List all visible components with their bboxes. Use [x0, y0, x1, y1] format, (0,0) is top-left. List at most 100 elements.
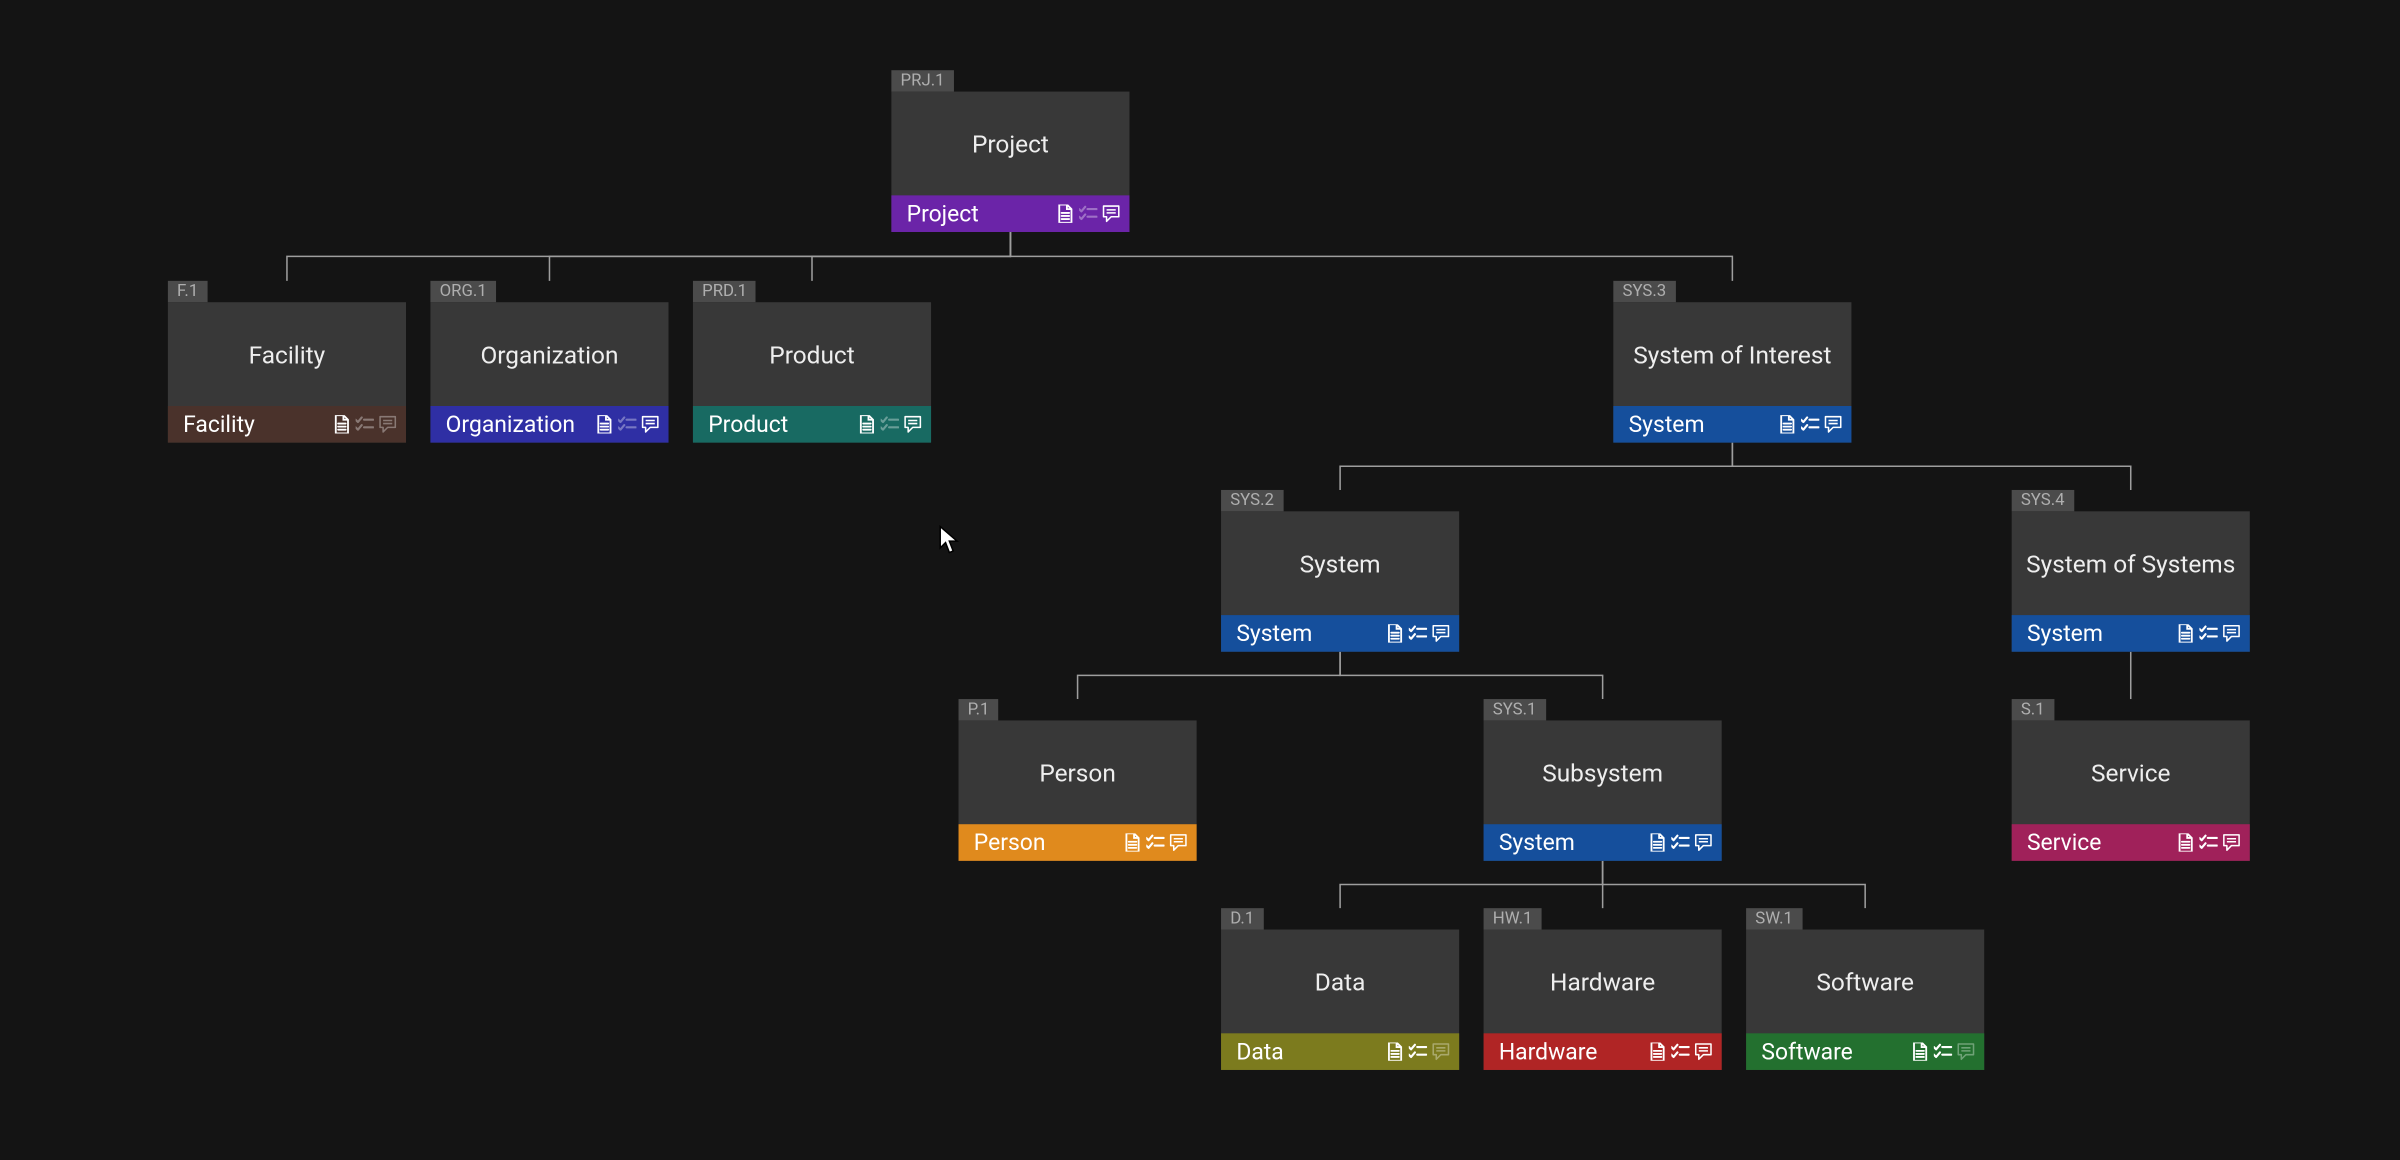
- comment-icon: [1169, 833, 1187, 851]
- node-id-tag: SYS.4: [2012, 490, 2074, 511]
- node-id-tag: SW.1: [1746, 908, 1802, 929]
- node-footer-icons: [1648, 833, 1712, 851]
- node-type-footer: System: [1221, 615, 1459, 652]
- comment-icon: [1824, 415, 1842, 433]
- checklist-icon: [1934, 1042, 1952, 1060]
- document-icon: [1778, 415, 1796, 433]
- node-id-tag: ORG.1: [430, 281, 496, 302]
- document-icon: [1123, 833, 1141, 851]
- document-icon: [1911, 1042, 1929, 1060]
- edge: [812, 232, 1010, 281]
- document-icon: [1386, 1042, 1404, 1060]
- node-footer-icons: [1056, 205, 1120, 223]
- comment-icon: [1432, 1042, 1450, 1060]
- node-service[interactable]: S.1 Service Service: [2012, 720, 2250, 860]
- node-footer-icons: [1123, 833, 1187, 851]
- document-icon: [1648, 1042, 1666, 1060]
- node-system-of-systems[interactable]: SYS.4 System of Systems System: [2012, 511, 2250, 651]
- diagram-canvas[interactable]: PRJ.1 Project Project F.1 Facility Facil…: [0, 0, 2351, 1160]
- node-data[interactable]: D.1 Data Data: [1221, 930, 1459, 1070]
- node-hardware[interactable]: HW.1 Hardware Hardware: [1484, 930, 1722, 1070]
- node-type-label: Project: [907, 200, 1047, 227]
- node-footer-icons: [858, 415, 922, 433]
- edge: [1732, 443, 2130, 490]
- node-title: System of Interest: [1613, 302, 1851, 406]
- node-type-label: Software: [1761, 1038, 1901, 1065]
- node-type-label: Product: [708, 411, 848, 438]
- node-type-footer: Product: [693, 406, 931, 443]
- node-system-of-interest[interactable]: SYS.3 System of Interest System: [1613, 302, 1851, 442]
- node-footer-icons: [333, 415, 397, 433]
- node-title: Person: [959, 720, 1197, 824]
- node-type-footer: Person: [959, 824, 1197, 861]
- node-footer-icons: [1778, 415, 1842, 433]
- node-footer-icons: [2177, 833, 2241, 851]
- edge: [1340, 443, 1732, 490]
- document-icon: [1648, 833, 1666, 851]
- node-footer-icons: [2177, 624, 2241, 642]
- node-type-label: System: [1499, 829, 1639, 856]
- node-id-tag: D.1: [1221, 908, 1263, 929]
- document-icon: [2177, 833, 2195, 851]
- node-software[interactable]: SW.1 Software Software: [1746, 930, 1984, 1070]
- node-footer-icons: [1648, 1042, 1712, 1060]
- checklist-icon: [2199, 624, 2217, 642]
- checklist-icon: [1409, 1042, 1427, 1060]
- node-system[interactable]: SYS.2 System System: [1221, 511, 1459, 651]
- node-title: System of Systems: [2012, 511, 2250, 615]
- node-type-footer: Organization: [430, 406, 668, 443]
- checklist-icon: [1146, 833, 1164, 851]
- comment-icon: [641, 415, 659, 433]
- checklist-icon: [881, 415, 899, 433]
- edge: [1010, 232, 1732, 281]
- node-type-footer: System: [1613, 406, 1851, 443]
- comment-icon: [1432, 624, 1450, 642]
- comment-icon: [379, 415, 397, 433]
- edge-layer: [0, 0, 2351, 1160]
- checklist-icon: [618, 415, 636, 433]
- node-title: Software: [1746, 930, 1984, 1034]
- node-organization[interactable]: ORG.1 Organization Organization: [430, 302, 668, 442]
- node-type-footer: System: [1484, 824, 1722, 861]
- document-icon: [595, 415, 613, 433]
- node-type-label: System: [2027, 620, 2167, 647]
- node-type-footer: Data: [1221, 1033, 1459, 1070]
- node-title: Organization: [430, 302, 668, 406]
- node-project[interactable]: PRJ.1 Project Project: [891, 92, 1129, 232]
- node-id-tag: SYS.1: [1484, 699, 1546, 720]
- node-title: Facility: [168, 302, 406, 406]
- document-icon: [2177, 624, 2195, 642]
- document-icon: [333, 415, 351, 433]
- node-type-label: Organization: [446, 411, 586, 438]
- mouse-cursor-icon: [939, 525, 960, 556]
- node-id-tag: F.1: [168, 281, 208, 302]
- checklist-icon: [1671, 833, 1689, 851]
- node-person[interactable]: P.1 Person Person: [959, 720, 1197, 860]
- node-subsystem[interactable]: SYS.1 Subsystem System: [1484, 720, 1722, 860]
- checklist-icon: [1671, 1042, 1689, 1060]
- node-product[interactable]: PRD.1 Product Product: [693, 302, 931, 442]
- checklist-icon: [1801, 415, 1819, 433]
- edge: [1603, 861, 1866, 908]
- node-title: Product: [693, 302, 931, 406]
- node-type-footer: System: [2012, 615, 2250, 652]
- node-title: Project: [891, 92, 1129, 196]
- edge: [287, 232, 1010, 281]
- node-type-label: Facility: [183, 411, 323, 438]
- node-type-label: Data: [1236, 1038, 1376, 1065]
- node-title: Service: [2012, 720, 2250, 824]
- comment-icon: [904, 415, 922, 433]
- edge: [1078, 652, 1341, 699]
- node-type-footer: Hardware: [1484, 1033, 1722, 1070]
- node-type-label: Service: [2027, 829, 2167, 856]
- checklist-icon: [2199, 833, 2217, 851]
- document-icon: [1386, 624, 1404, 642]
- node-facility[interactable]: F.1 Facility Facility: [168, 302, 406, 442]
- node-title: Hardware: [1484, 930, 1722, 1034]
- comment-icon: [2222, 833, 2240, 851]
- document-icon: [858, 415, 876, 433]
- node-footer-icons: [1911, 1042, 1975, 1060]
- node-footer-icons: [1386, 1042, 1450, 1060]
- node-id-tag: SYS.2: [1221, 490, 1283, 511]
- comment-icon: [1694, 833, 1712, 851]
